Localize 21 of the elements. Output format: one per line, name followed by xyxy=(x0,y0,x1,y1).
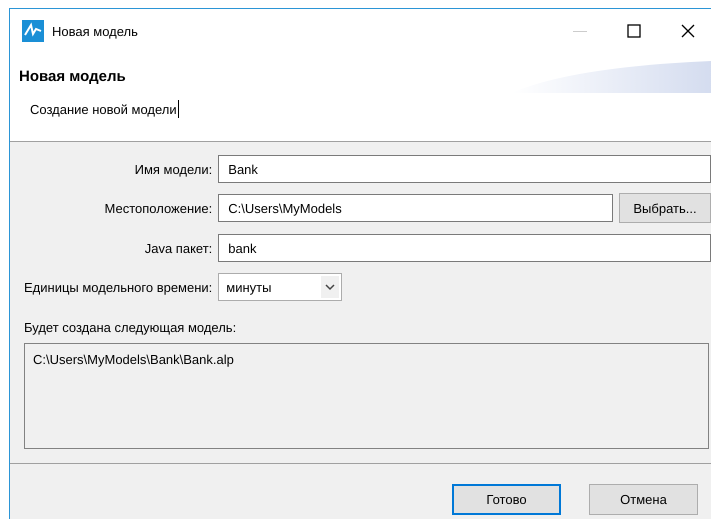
field-label: Местоположение: xyxy=(104,201,212,216)
finish-button[interactable]: Готово xyxy=(452,484,561,515)
result-path-box: C:\Users\MyModels\Bank\Bank.alp xyxy=(24,343,709,449)
app-logo-icon xyxy=(22,20,44,42)
text-field[interactable]: bank xyxy=(218,234,711,262)
browse-button[interactable]: Выбрать... xyxy=(619,193,711,223)
text-cursor xyxy=(178,100,179,118)
close-icon xyxy=(681,24,695,38)
text-field[interactable]: Bank xyxy=(218,155,711,183)
result-label: Будет создана следующая модель: xyxy=(24,320,238,335)
field-label: Имя модели: xyxy=(134,162,212,176)
maximize-icon xyxy=(627,24,641,38)
path-field[interactable]: C:\Users\MyModels xyxy=(218,194,613,222)
field-label: Java пакет: xyxy=(144,240,212,256)
minimize-icon xyxy=(573,30,587,32)
page-title: Новая модель xyxy=(19,68,126,85)
cancel-button[interactable]: Отмена xyxy=(589,484,698,515)
window-title: Новая модель xyxy=(52,24,139,38)
units-dropdown[interactable]: минуты xyxy=(218,273,342,301)
field-label: Единицы модельного времени: xyxy=(24,280,212,294)
page-description: Создание новой модели xyxy=(30,102,177,116)
